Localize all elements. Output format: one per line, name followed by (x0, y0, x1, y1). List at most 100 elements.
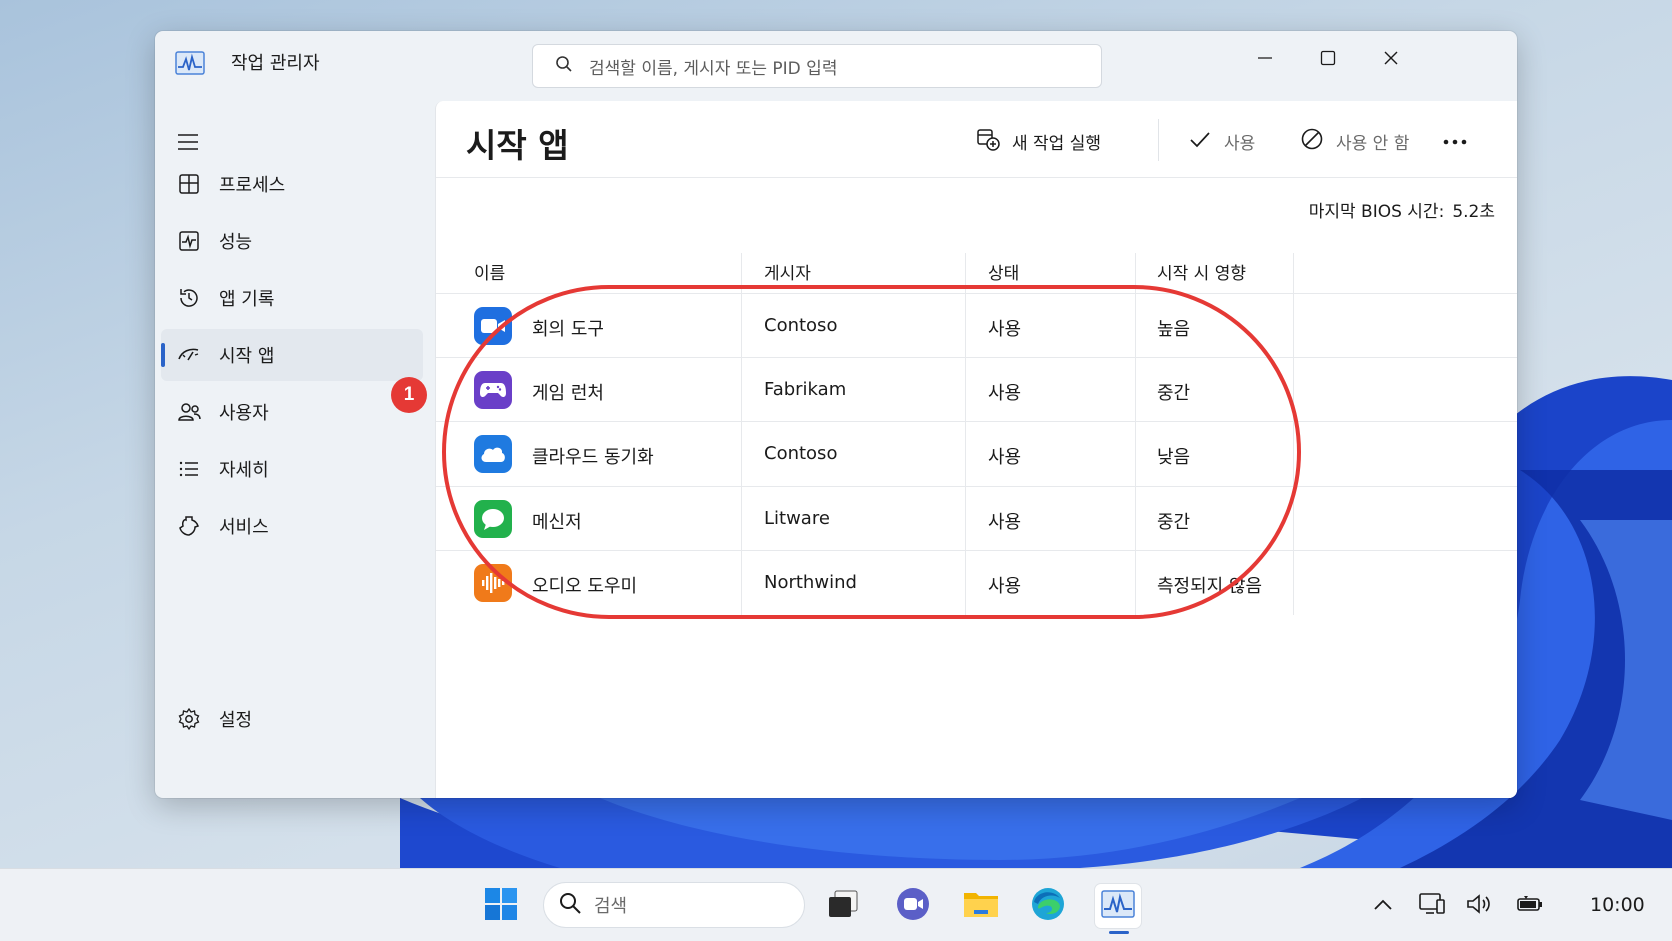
task-manager-window: 작업 관리자 검색할 이름, 게시자 또는 PID 입력 프로세스 성능 앱 기… (155, 31, 1517, 798)
app-name: 메신저 (532, 512, 582, 533)
sidebar-item-label: 시작 앱 (219, 346, 275, 367)
bios-time: 마지막 BIOS 시간: 5.2초 (1309, 197, 1495, 222)
page-title: 시작 앱 (466, 126, 569, 165)
gear-icon (175, 705, 203, 733)
taskbar-search[interactable]: 검색 (543, 882, 805, 928)
volume-button[interactable] (1461, 891, 1497, 921)
sidebar-item-label: 사용자 (219, 403, 269, 424)
column-header-name[interactable]: 이름 (474, 259, 505, 284)
sidebar-item-app-history[interactable]: 앱 기록 (161, 272, 423, 324)
network-button[interactable] (1414, 891, 1450, 921)
sidebar-item-performance[interactable]: 성능 (161, 215, 423, 267)
sidebar-item-label: 앱 기록 (219, 289, 275, 310)
search-input[interactable]: 검색할 이름, 게시자 또는 PID 입력 (532, 44, 1102, 88)
more-options-icon[interactable] (1442, 131, 1468, 151)
run-new-task-button[interactable]: 새 작업 실행 (976, 127, 1101, 156)
disable-button[interactable]: 사용 안 함 (1300, 127, 1409, 156)
folder-icon (962, 888, 1000, 924)
app-name: 게임 런처 (532, 383, 604, 404)
enable-button[interactable]: 사용 (1188, 127, 1255, 156)
app-status: 사용 (988, 447, 1022, 468)
title-bar: 작업 관리자 검색할 이름, 게시자 또는 PID 입력 (155, 31, 1517, 101)
cloud-sync-icon (474, 435, 512, 473)
sidebar-item-users[interactable]: 사용자 (161, 386, 423, 438)
checkmark-icon (1188, 127, 1212, 156)
bios-time-label: 마지막 BIOS 시간: (1308, 202, 1445, 222)
toolbar-enable-group: 사용 (1188, 123, 1255, 159)
column-header-publisher[interactable]: 게시자 (764, 259, 811, 284)
column-header-startup-impact[interactable]: 시작 시 영향 (1157, 259, 1246, 284)
taskbar-search-placeholder: 검색 (594, 896, 628, 917)
toolbar-divider (1158, 119, 1159, 161)
maximize-button[interactable] (1305, 43, 1351, 73)
app-status: 사용 (988, 383, 1022, 404)
game-launcher-icon (474, 371, 512, 409)
main-panel: 시작 앱 새 작업 실행 사용 사용 안 함 마지막 BIOS 시간: 5.2초… (435, 101, 1517, 798)
table-row[interactable]: 메신저 Litware 사용 중간 (436, 487, 1517, 551)
battery-icon (1516, 894, 1544, 918)
app-history-icon (175, 284, 203, 312)
sidebar-item-label: 성능 (219, 232, 253, 253)
app-publisher: Fabrikam (764, 379, 847, 400)
start-button[interactable] (478, 884, 524, 928)
network-icon (1418, 891, 1446, 921)
sidebar-item-settings[interactable]: 설정 (161, 693, 423, 745)
details-icon (175, 455, 203, 483)
settings-label: 설정 (219, 710, 253, 731)
table-row[interactable]: 게임 런처 Fabrikam 사용 중간 (436, 358, 1517, 422)
app-name: 클라우드 동기화 (532, 447, 654, 468)
close-button[interactable] (1368, 43, 1414, 73)
sidebar-item-processes[interactable]: 프로세스 (161, 158, 423, 210)
sidebar-item-startup-apps[interactable]: 시작 앱 (161, 329, 423, 381)
windows-logo-icon (484, 887, 518, 925)
toolbar-more-group (1442, 123, 1468, 159)
app-publisher: Litware (764, 508, 830, 529)
sidebar-item-label: 서비스 (219, 517, 269, 538)
startup-apps-icon (175, 341, 203, 369)
app-publisher: Northwind (764, 572, 857, 593)
task-manager-taskbar-button[interactable] (1095, 884, 1141, 934)
disable-label: 사용 안 함 (1336, 133, 1410, 154)
table-row[interactable]: 오디오 도우미 Northwind 사용 측정되지 않음 (436, 551, 1517, 615)
speaker-icon (1465, 892, 1493, 920)
minimize-button[interactable] (1242, 43, 1288, 73)
app-publisher: Contoso (764, 443, 838, 464)
sidebar-item-label: 프로세스 (219, 175, 286, 196)
app-startup-impact: 측정되지 않음 (1157, 576, 1263, 597)
task-view-icon (827, 889, 859, 923)
audio-helper-icon (474, 564, 512, 602)
chevron-up-icon (1373, 897, 1393, 916)
services-icon (175, 512, 203, 540)
annotation-badge: 1 (391, 377, 427, 413)
app-status: 사용 (988, 319, 1022, 340)
sidebar-item-details[interactable]: 자세히 (161, 443, 423, 495)
task-view-button[interactable] (820, 884, 866, 928)
table-row[interactable]: 회의 도구 Contoso 사용 높음 (436, 294, 1517, 358)
sidebar-item-label: 자세히 (219, 460, 269, 481)
messenger-icon (474, 500, 512, 538)
hamburger-menu-button[interactable] (175, 131, 201, 153)
meeting-tool-icon (474, 307, 512, 345)
battery-button[interactable] (1512, 891, 1548, 921)
run-new-task-label: 새 작업 실행 (1012, 133, 1102, 154)
task-manager-icon (175, 51, 205, 75)
app-startup-impact: 높음 (1157, 319, 1191, 340)
task-manager-icon (1101, 890, 1135, 922)
column-header-status[interactable]: 상태 (988, 259, 1019, 284)
bios-time-value: 5.2초 (1452, 202, 1495, 222)
sidebar-item-services[interactable]: 서비스 (161, 500, 423, 552)
clock[interactable]: 10:00 (1590, 894, 1645, 916)
teams-chat-button[interactable] (890, 884, 936, 928)
show-hidden-icons-button[interactable] (1365, 891, 1401, 921)
table-row[interactable]: 클라우드 동기화 Contoso 사용 낮음 (436, 422, 1517, 486)
search-placeholder: 검색할 이름, 게시자 또는 PID 입력 (589, 58, 838, 79)
toolbar: 새 작업 실행 (976, 123, 1101, 159)
app-status: 사용 (988, 576, 1022, 597)
search-icon (555, 55, 573, 77)
taskbar: 검색 10:00 (0, 868, 1672, 941)
window-title: 작업 관리자 (231, 53, 320, 74)
app-startup-impact: 중간 (1157, 383, 1191, 404)
file-explorer-button[interactable] (958, 884, 1004, 928)
edge-browser-button[interactable] (1025, 884, 1071, 928)
users-icon (175, 398, 203, 426)
